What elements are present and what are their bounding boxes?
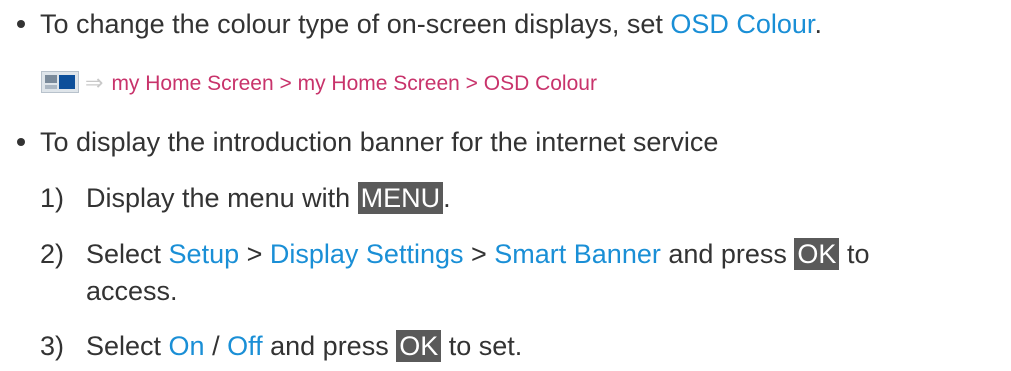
step-text: and press (262, 331, 397, 361)
on-link[interactable]: On (169, 331, 205, 361)
arrow-icon: ⇒ (85, 70, 104, 95)
ok-key: OK (396, 330, 442, 362)
menu-key: MENU (357, 182, 444, 214)
ok-key: OK (794, 238, 840, 270)
item-text: To display the introduction banner for t… (40, 127, 719, 157)
step-end: to set. (441, 331, 523, 361)
step-2: 2) Select Setup > Display Settings > Smar… (40, 238, 869, 270)
step-text: Display the menu with (86, 183, 358, 213)
separator: > (239, 239, 270, 269)
bullet-item-osd-colour: To change the colour type of on-screen d… (0, 8, 822, 40)
step-1: 1) Display the menu with MENU. (40, 182, 451, 214)
setup-link[interactable]: Setup (169, 239, 240, 269)
menu-path: ⇒ my Home Screen > my Home Screen > OSD C… (41, 70, 597, 97)
step-text: Select (86, 331, 169, 361)
osd-colour-link[interactable]: OSD Colour (670, 9, 814, 39)
separator: / (204, 331, 228, 361)
bullet-item-smart-banner: To display the introduction banner for t… (0, 126, 718, 158)
bullet-icon (17, 20, 25, 28)
smart-banner-link[interactable]: Smart Banner (494, 239, 661, 269)
item-end: . (814, 9, 822, 39)
separator: > (463, 239, 495, 269)
step-number: 2) (40, 239, 65, 269)
step-text: access. (86, 276, 178, 306)
step-3: 3) Select On / Off and press OK to set. (40, 330, 522, 362)
step-number: 3) (40, 331, 65, 361)
step-text: and press (660, 239, 795, 269)
step-number: 1) (40, 183, 65, 213)
home-screen-icon (41, 71, 79, 94)
display-settings-link[interactable]: Display Settings (270, 239, 464, 269)
step-text: Select (86, 239, 169, 269)
step-end: to (839, 239, 870, 269)
step-end: . (443, 183, 451, 213)
step-2-continuation: access. (86, 275, 178, 307)
off-link[interactable]: Off (227, 331, 263, 361)
path-text: my Home Screen > my Home Screen > OSD Co… (111, 72, 597, 95)
item-text: To change the colour type of on-screen d… (40, 9, 671, 39)
bullet-icon (17, 138, 25, 146)
